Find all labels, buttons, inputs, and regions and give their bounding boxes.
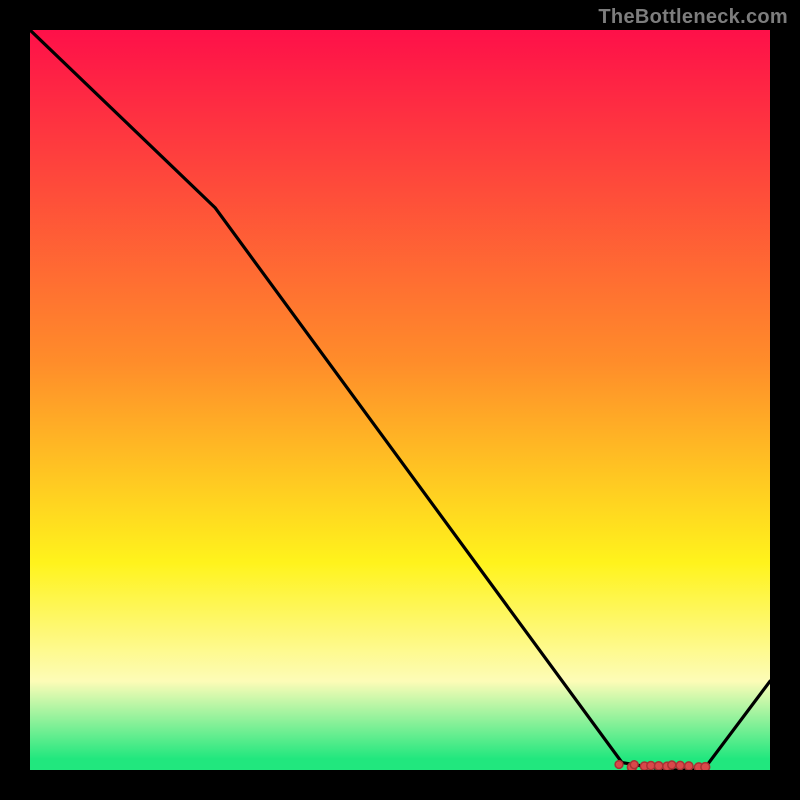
marker-cluster bbox=[30, 30, 770, 770]
marker-dot bbox=[630, 761, 638, 769]
marker-dot bbox=[685, 762, 693, 770]
watermark-text: TheBottleneck.com bbox=[598, 6, 788, 29]
marker-dot bbox=[615, 761, 623, 769]
marker-dot bbox=[701, 763, 710, 770]
chart-frame: TheBottleneck.com bbox=[0, 0, 800, 800]
marker-dot bbox=[676, 761, 684, 769]
plot-area bbox=[30, 30, 770, 770]
marker-dot bbox=[668, 761, 676, 769]
marker-dot bbox=[655, 762, 663, 770]
